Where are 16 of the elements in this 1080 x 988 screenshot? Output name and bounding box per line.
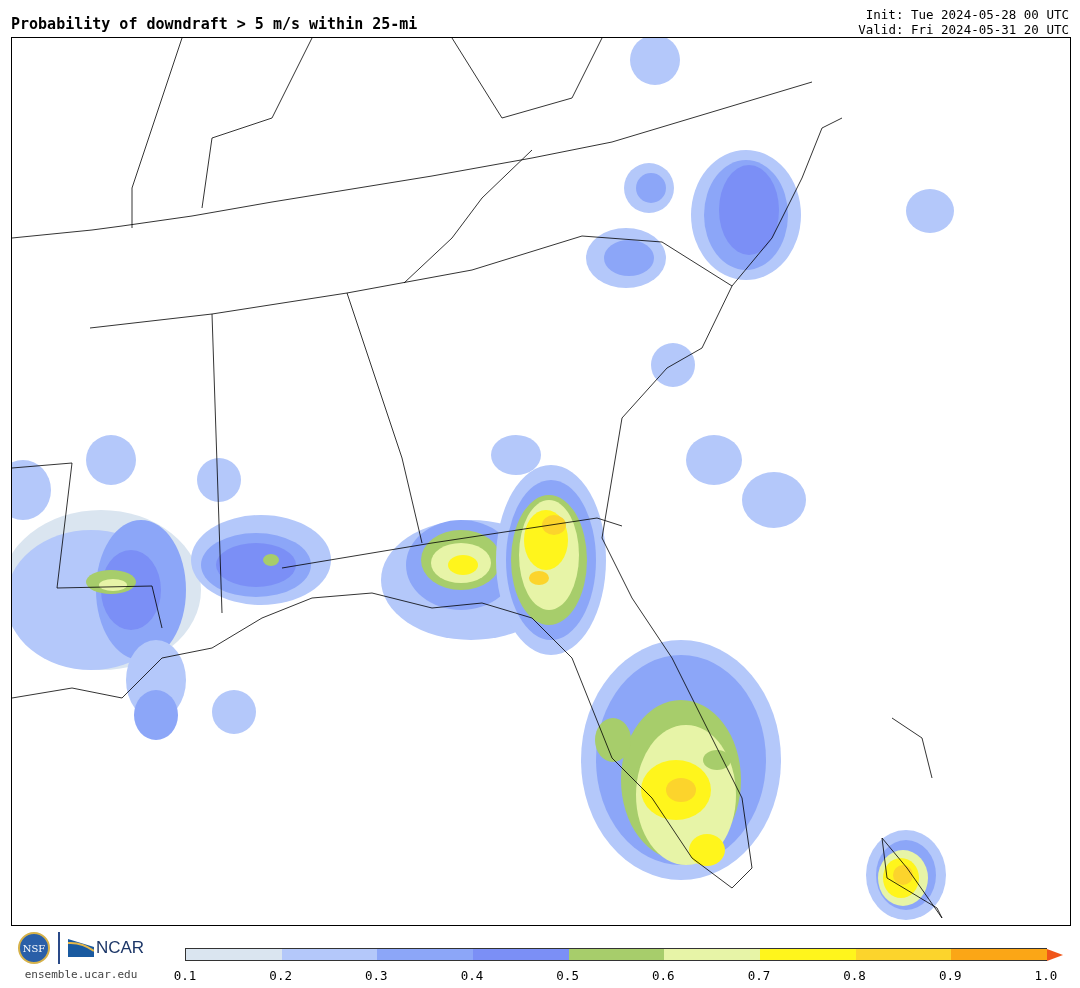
colorbar-tick-label: 0.2 (268, 968, 293, 983)
nsf-logo: NSF (17, 932, 50, 964)
site-url: ensemble.ucar.edu (24, 968, 138, 981)
chart-title: Probability of downdraft > 5 m/s within 25-mi (11, 15, 418, 35)
colorbar-tick-label: 0.3 (364, 968, 389, 983)
colorbar-tick-label: 0.6 (651, 968, 676, 983)
colorbar-tick-label: 0.5 (555, 968, 580, 983)
colorbar-tick-label: 0.9 (938, 968, 963, 983)
colorbar-tick-label: 0.4 (459, 968, 484, 983)
ncar-logo: NCAR (67, 938, 145, 958)
init-time: Init: Tue 2024-05-28 00 UTC (865, 7, 1069, 22)
valid-time: Valid: Fri 2024-05-31 20 UTC (858, 22, 1069, 37)
colorbar-tick-label: 0.7 (746, 968, 771, 983)
colorbar-tick-label: 1.0 (1033, 968, 1058, 983)
colorbar-tick-label: 0.8 (842, 968, 867, 983)
colorbar-tick-label: 0.1 (173, 968, 197, 983)
